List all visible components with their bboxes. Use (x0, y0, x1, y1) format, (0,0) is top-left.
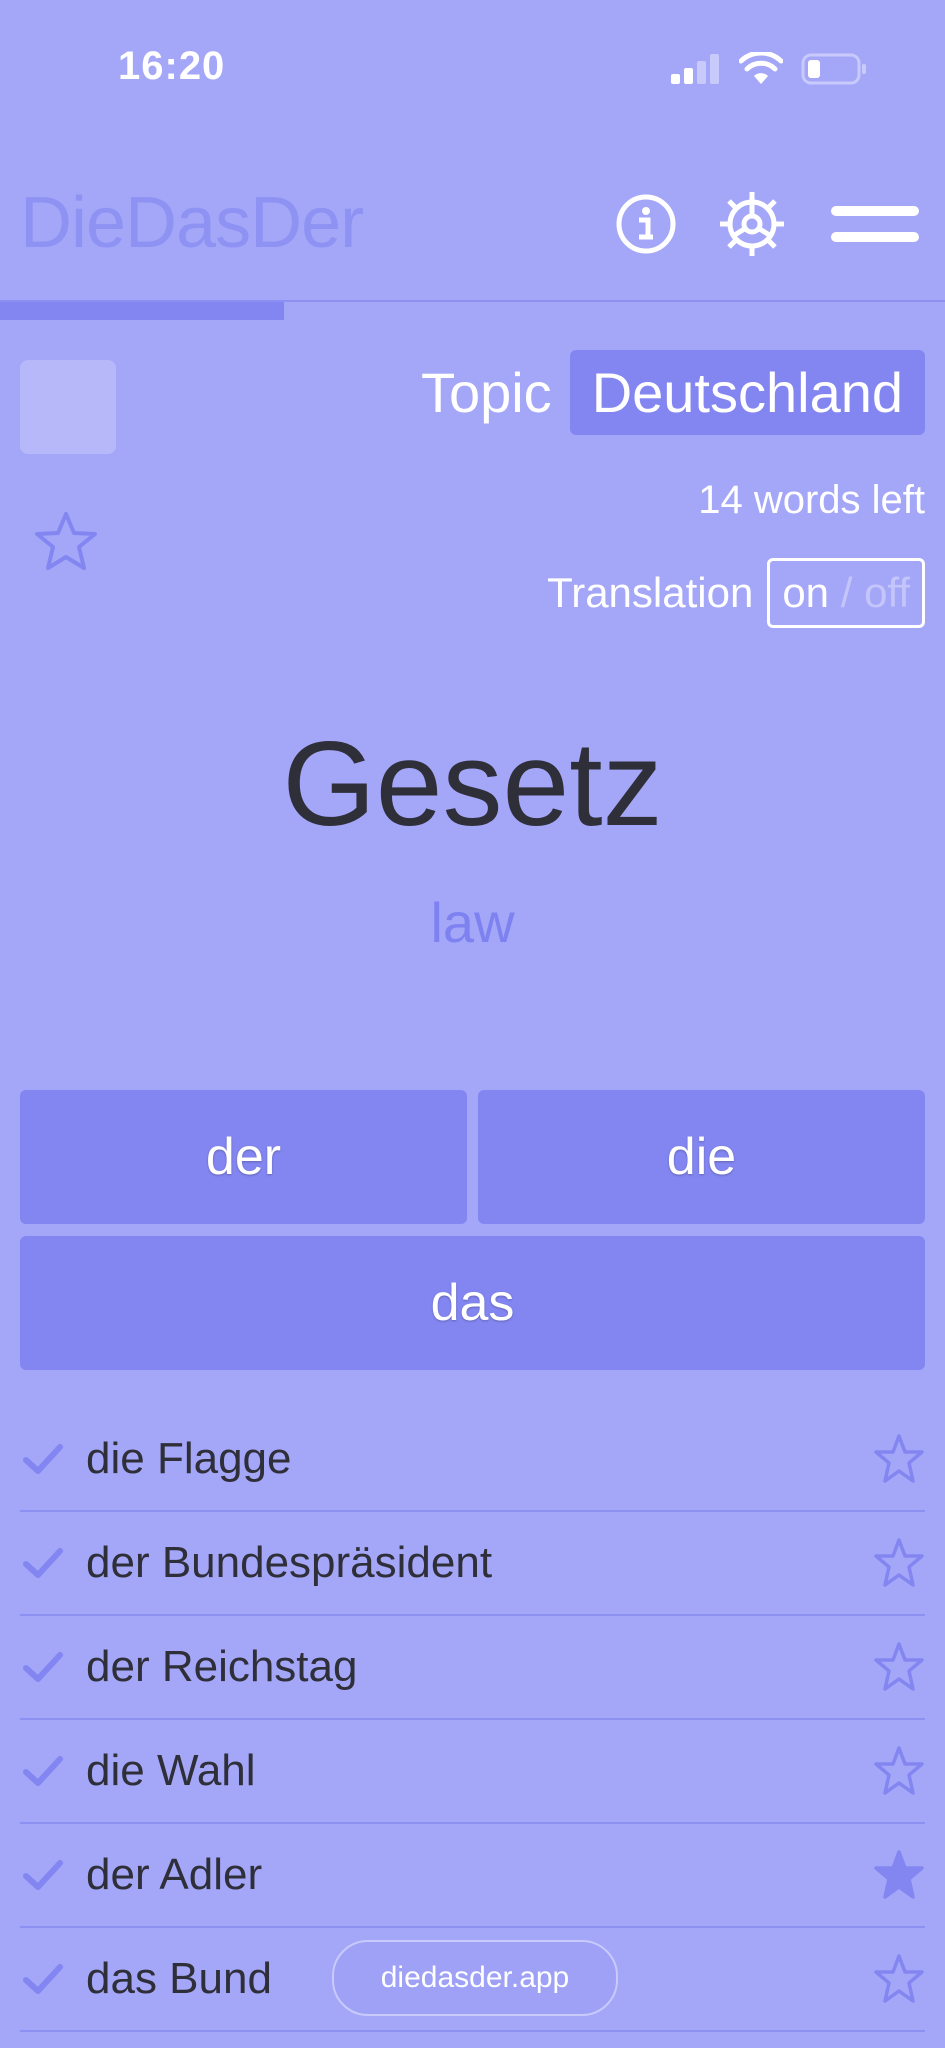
battery-icon (801, 53, 866, 85)
das-button[interactable]: das (20, 1236, 925, 1370)
list-item: die Flagge (20, 1408, 925, 1512)
star-filled-icon[interactable] (873, 1849, 925, 1901)
words-left: 14 words left (698, 478, 925, 522)
star-icon[interactable] (873, 1433, 925, 1485)
status-bar: 16:20 (0, 0, 945, 120)
list-item-text: der Reichstag (86, 1642, 358, 1691)
app-title: DieDasDer (20, 183, 364, 263)
progress-bar (0, 302, 945, 320)
app-header: DieDasDer (0, 150, 945, 300)
word-translation: law (430, 891, 515, 954)
check-icon (23, 1756, 63, 1786)
wifi-icon (739, 52, 783, 84)
translation-off: off (864, 569, 910, 616)
list-item-text: der Bundespräsident (86, 1538, 493, 1587)
flag-square-button[interactable] (20, 360, 116, 454)
topic-select[interactable]: Deutschland (569, 350, 925, 435)
star-icon[interactable] (873, 1537, 925, 1589)
star-icon[interactable] (873, 1953, 925, 2005)
menu-icon (831, 206, 919, 242)
list-item: der Bundespräsident (20, 1512, 925, 1616)
favorite-star-icon[interactable] (34, 510, 98, 574)
menu-button[interactable] (830, 186, 920, 262)
list-item: der Reichstag (20, 1616, 925, 1720)
gear-icon (720, 192, 784, 256)
translation-toggle[interactable]: on / off (767, 558, 925, 628)
check-icon (23, 1444, 63, 1474)
answered-words-list: die Flagge der Bundespräsident der Reichst… (20, 1408, 925, 2032)
status-time: 16:20 (118, 44, 226, 88)
topic-label: Topic (420, 361, 552, 424)
url-pill[interactable]: diedasder.app (332, 1940, 618, 2016)
der-button[interactable]: der (20, 1090, 467, 1224)
list-item-text: die Wahl (86, 1746, 256, 1795)
translation-row: Translation on / off (547, 558, 925, 628)
star-icon[interactable] (873, 1641, 925, 1693)
signal-icon (671, 54, 719, 84)
check-icon (23, 1548, 63, 1578)
die-button[interactable]: die (478, 1090, 925, 1224)
check-icon (23, 1652, 63, 1682)
star-icon[interactable] (873, 1745, 925, 1797)
list-item: der Adler (20, 1824, 925, 1928)
list-item: die Wahl (20, 1720, 925, 1824)
info-button[interactable] (608, 186, 684, 262)
current-word: Gesetz (282, 717, 663, 851)
check-icon (23, 1860, 63, 1890)
info-icon (616, 194, 676, 254)
translation-label: Translation (547, 569, 754, 616)
topic-row: Topic Deutschland (421, 350, 925, 435)
translation-separator: / (829, 569, 865, 616)
settings-button[interactable] (714, 186, 790, 262)
status-icons (671, 52, 867, 86)
list-item-text: die Flagge (86, 1434, 292, 1483)
translation-on: on (782, 569, 830, 616)
check-icon (23, 1964, 63, 1994)
progress-fill (0, 302, 284, 320)
list-item-text: der Adler (86, 1850, 263, 1899)
